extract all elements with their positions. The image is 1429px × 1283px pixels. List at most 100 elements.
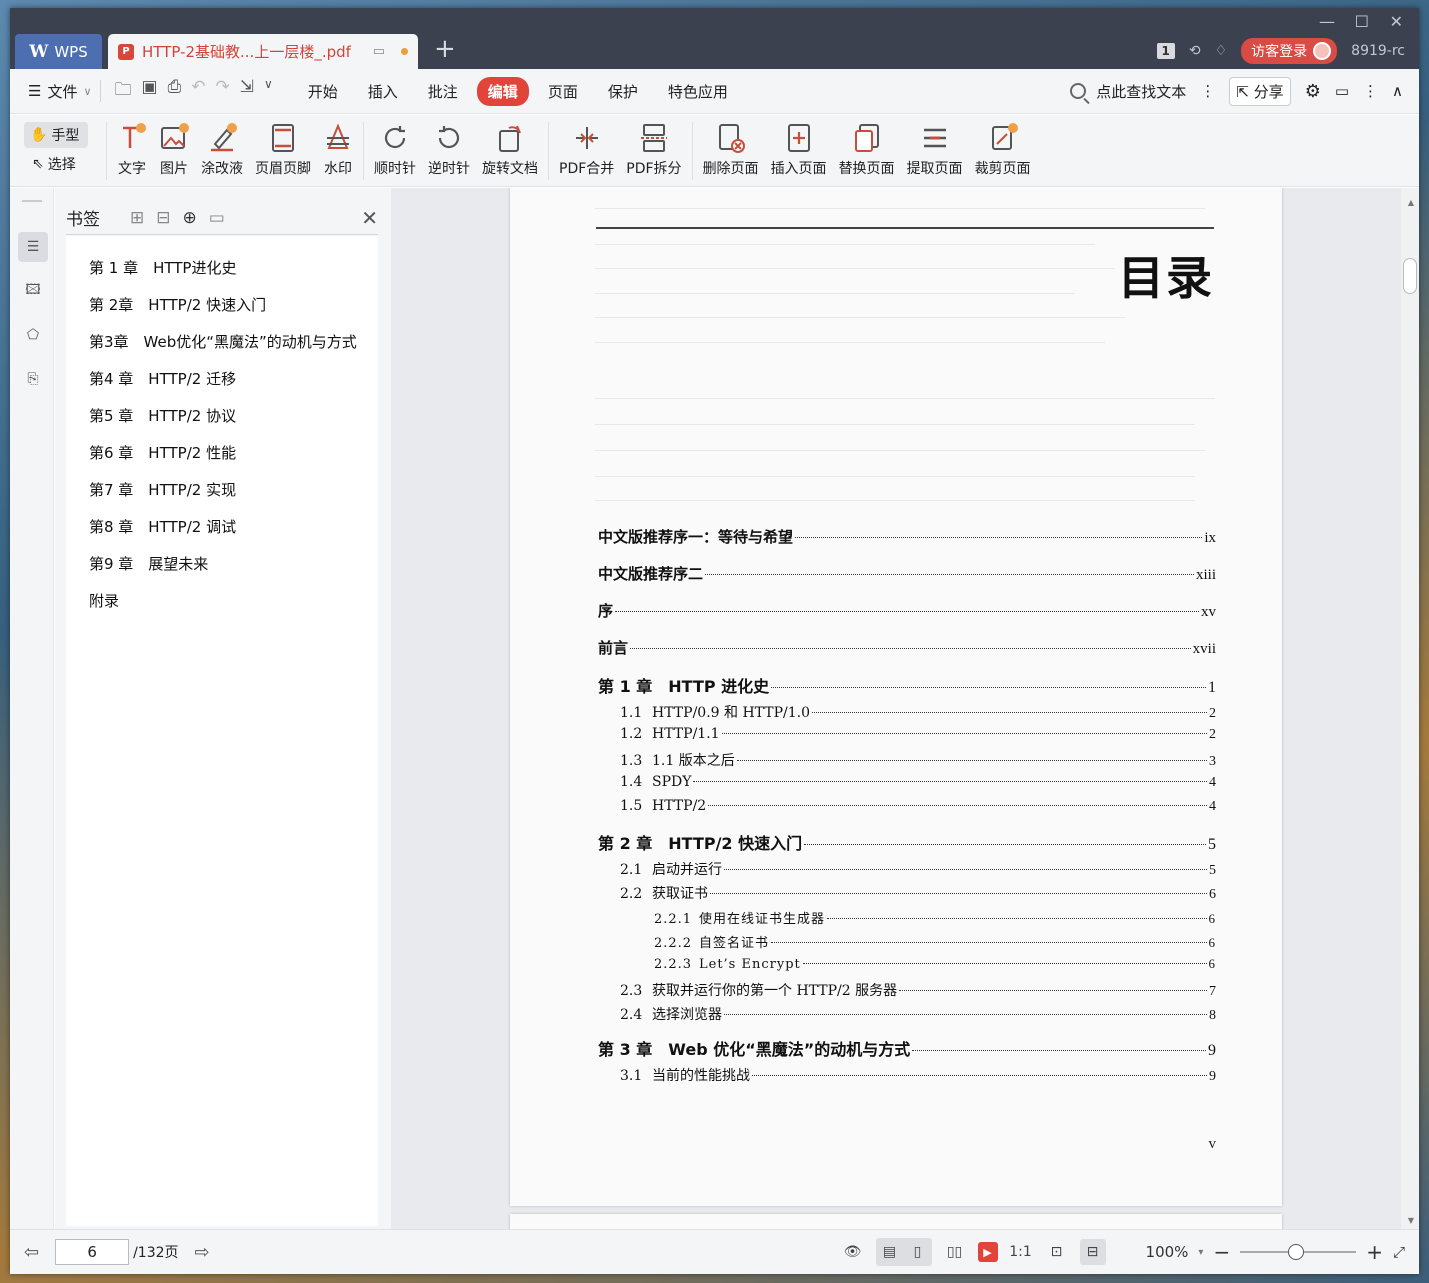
undo-icon[interactable]: ↶	[191, 77, 205, 106]
pdf-split-button[interactable]: PDF拆分	[620, 122, 687, 178]
redo-icon[interactable]: ↷	[215, 77, 229, 106]
find-text-button[interactable]: 点此查找文本	[1070, 81, 1186, 102]
bookmark-item[interactable]: 第9 章 展望未来	[89, 553, 208, 574]
toc-entry[interactable]: 1.4 SPDY 4	[598, 774, 1216, 791]
monitor-icon[interactable]: ▭	[373, 44, 385, 59]
document-viewport[interactable]: 目录 中文版推荐序一：等待与希望 ix 中文版推荐序二 xiii 序 xv 前言 xvii 第 …	[391, 188, 1419, 1229]
file-menu[interactable]: ☰ 文件 ∨	[28, 81, 92, 102]
toc-entry[interactable]: 2.2 获取证书 6	[598, 883, 1216, 903]
attachment-panel-icon[interactable]: ⎘	[18, 364, 48, 394]
tab-insert[interactable]: 插入	[357, 77, 409, 106]
play-presentation-icon[interactable]: ▶	[977, 1242, 998, 1262]
drag-handle[interactable]	[22, 200, 42, 202]
bookmark-panel-icon[interactable]: ☰	[18, 232, 48, 262]
bookmark-item[interactable]: 第8 章 HTTP/2 调试	[89, 516, 236, 537]
bookmark-item[interactable]: 第4 章 HTTP/2 迁移	[89, 368, 236, 389]
maximize-icon[interactable]: ☐	[1355, 12, 1369, 31]
toc-entry[interactable]: 2.2.1 使用在线证书生成器 6	[598, 908, 1216, 927]
edit-image-button[interactable]: 图片	[153, 122, 195, 178]
toc-entry[interactable]: 前言 xvii	[598, 637, 1216, 658]
correction-fluid-button[interactable]: 涂改液	[195, 122, 249, 178]
zoom-in-icon[interactable]: +	[1366, 1240, 1383, 1264]
bookmark-options-icon[interactable]: ▭	[209, 208, 225, 228]
more-options-icon[interactable]: ⋮	[1363, 82, 1378, 100]
eye-protection-icon[interactable]: 👁	[840, 1239, 866, 1265]
print-icon[interactable]: ⎙	[168, 77, 182, 106]
bookmark-item[interactable]: 第 2章 HTTP/2 快速入门	[89, 294, 266, 315]
close-panel-icon[interactable]: ✕	[361, 206, 378, 230]
pdf-merge-button[interactable]: PDF合并	[553, 122, 620, 178]
toc-entry[interactable]: 3.1 当前的性能挑战 9	[598, 1065, 1216, 1085]
fit-width-icon[interactable]: ⊟	[1079, 1239, 1106, 1265]
bookmark-item[interactable]: 第5 章 HTTP/2 协议	[89, 405, 236, 426]
bookmark-item[interactable]: 第3章 Web优化“黑魔法”的动机与方式	[89, 331, 357, 352]
edit-text-button[interactable]: 文字	[111, 122, 153, 178]
zoom-slider[interactable]	[1240, 1244, 1357, 1260]
header-footer-button[interactable]: 页眉页脚	[249, 122, 317, 178]
tab-start[interactable]: 开始	[297, 77, 349, 106]
actual-size-icon[interactable]: 1:1	[1008, 1239, 1034, 1265]
zoom-out-icon[interactable]: −	[1213, 1240, 1230, 1264]
page-count-badge[interactable]: 1	[1156, 43, 1175, 59]
zoom-slider-knob[interactable]	[1288, 1244, 1305, 1260]
bookmark-item[interactable]: 第7 章 HTTP/2 实现	[89, 479, 236, 500]
toc-entry[interactable]: 第 2 章 HTTP/2 快速入门 5	[598, 830, 1216, 854]
toc-entry[interactable]: 2.4 选择浏览器 8	[598, 1004, 1216, 1024]
toc-entry[interactable]: 第 3 章 Web 优化“黑魔法”的动机与方式 9	[598, 1036, 1216, 1060]
toc-entry[interactable]: 中文版推荐序二 xiii	[598, 563, 1216, 584]
share-button[interactable]: ⇱ 分享	[1229, 76, 1291, 106]
tab-edit[interactable]: 编辑	[476, 76, 529, 106]
document-tab[interactable]: P HTTP-2基础教...上一层楼_.pdf ▭	[108, 34, 418, 69]
collapse-ribbon-icon[interactable]: ∧	[1392, 82, 1403, 100]
delete-page-button[interactable]: 删除页面	[697, 122, 765, 178]
sync-icon[interactable]: ⟲	[1189, 43, 1201, 59]
export-icon[interactable]: ⇲	[240, 77, 254, 106]
toc-entry[interactable]: 第 1 章 HTTP 进化史 1	[598, 673, 1216, 697]
toc-entry[interactable]: 2.3 获取并运行你的第一个 HTTP/2 服务器 7	[598, 980, 1216, 1000]
comment-icon[interactable]: ▭	[1335, 82, 1349, 100]
toc-entry[interactable]: 1.5 HTTP/2 4	[598, 798, 1216, 815]
zoom-level[interactable]: 100%	[1146, 1243, 1189, 1261]
scroll-down-icon[interactable]: ▼	[1408, 1216, 1414, 1225]
toc-entry[interactable]: 中文版推荐序一：等待与希望 ix	[598, 526, 1216, 547]
extract-page-button[interactable]: 提取页面	[901, 122, 969, 178]
expand-all-icon[interactable]: ⊞	[130, 208, 144, 228]
new-tab-plus-icon[interactable]: +	[434, 36, 456, 62]
hand-tool-button[interactable]: ✋ 手型	[24, 122, 88, 148]
toc-entry[interactable]: 1.1 HTTP/0.9 和 HTTP/1.0 2	[598, 702, 1216, 722]
tab-special[interactable]: 特色应用	[657, 77, 739, 106]
scroll-up-icon[interactable]: ▲	[1408, 198, 1414, 207]
fullscreen-icon[interactable]: ⤢	[1393, 1243, 1405, 1261]
toc-entry[interactable]: 1.2 HTTP/1.1 2	[598, 726, 1216, 743]
toc-entry[interactable]: 1.3 1.1 版本之后 3	[598, 750, 1216, 770]
more-vertical-icon[interactable]: ⋮	[1200, 82, 1215, 100]
add-bookmark-icon[interactable]: ⊕	[183, 208, 197, 228]
skin-shirt-icon[interactable]: ♢	[1215, 43, 1228, 59]
rotate-clockwise-button[interactable]: 顺时针	[368, 122, 422, 178]
rotate-document-button[interactable]: 旋转文档	[476, 122, 544, 178]
select-tool-button[interactable]: ⇖ 选择	[24, 148, 102, 180]
single-page-icon[interactable]: ▯	[904, 1239, 931, 1265]
close-window-icon[interactable]: ✕	[1390, 12, 1403, 31]
next-page-icon[interactable]: ⇨	[195, 1242, 210, 1263]
vertical-scrollbar[interactable]: ▲ ▼	[1401, 188, 1419, 1229]
collapse-all-icon[interactable]: ⊟	[156, 208, 170, 228]
double-page-icon[interactable]: ▯▯	[942, 1239, 968, 1265]
save-icon[interactable]: ▣	[142, 77, 158, 106]
replace-page-button[interactable]: 替换页面	[833, 122, 901, 178]
toc-entry[interactable]: 2.2.2 自签名证书 6	[598, 932, 1216, 951]
thumbnail-panel-icon[interactable]: 🖾	[18, 276, 48, 306]
page-number-input[interactable]: 6	[55, 1239, 130, 1265]
visitor-login-button[interactable]: 访客登录	[1241, 38, 1338, 64]
bookmark-item[interactable]: 附录	[89, 590, 119, 611]
wps-home-tab[interactable]: W WPS	[15, 34, 102, 69]
more-chevron-icon[interactable]: ∨	[264, 77, 273, 106]
toc-entry[interactable]: 序 xv	[598, 600, 1216, 621]
continuous-page-icon[interactable]: ▤	[876, 1239, 903, 1265]
toc-entry[interactable]: 2.1 启动并运行 5	[598, 859, 1216, 879]
watermark-button[interactable]: 水印	[317, 122, 359, 178]
bookmark-item[interactable]: 第6 章 HTTP/2 性能	[89, 442, 236, 463]
scroll-thumb[interactable]	[1403, 258, 1417, 294]
zoom-dropdown-icon[interactable]: ▾	[1198, 1247, 1203, 1258]
tab-comment[interactable]: 批注	[417, 77, 469, 106]
